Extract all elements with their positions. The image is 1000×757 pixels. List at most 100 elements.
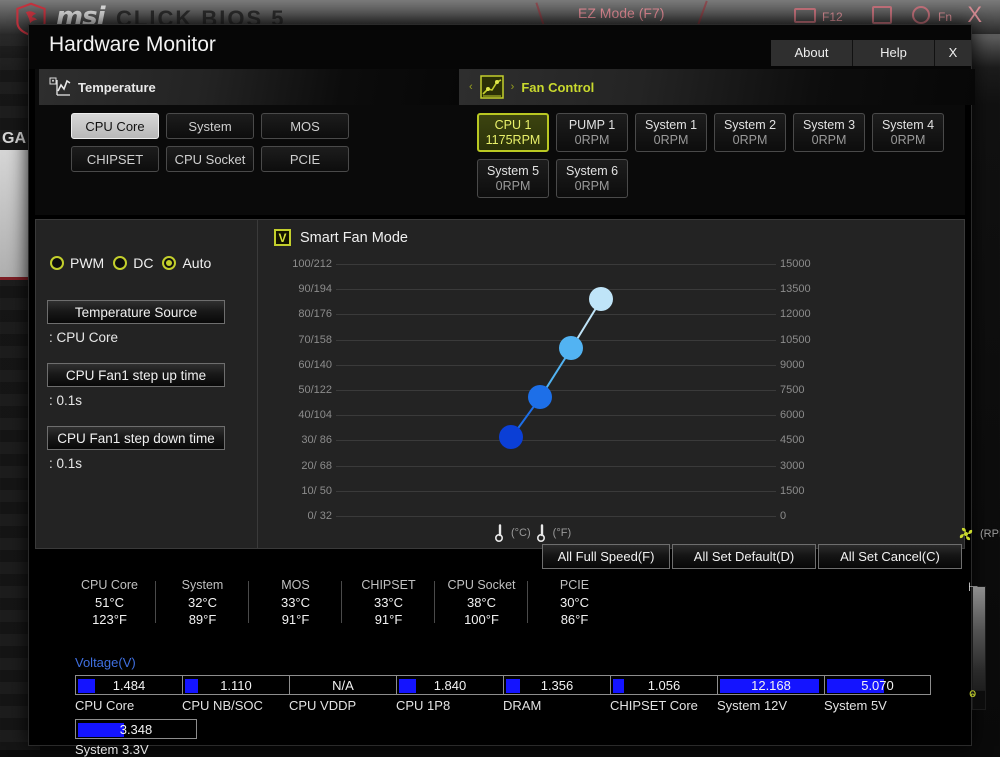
fan-chip-rpm: 0RPM [732, 133, 768, 147]
voltage-bar: 1.110 [182, 675, 289, 695]
fan-chip-2[interactable]: System 1 0RPM [635, 113, 707, 152]
ez-mode-label[interactable]: EZ Mode (F7) [578, 5, 664, 21]
fan-mode-radio-auto[interactable]: Auto [162, 255, 211, 271]
chevron-left-icon[interactable]: ‹ [469, 81, 473, 93]
voltage-value: 3.348 [119, 721, 153, 737]
temp-summary-name: CHIPSET [361, 578, 416, 592]
radio-circle-icon[interactable] [50, 256, 64, 270]
hardware-monitor-dialog: Hardware Monitor About Help X Temperatur… [28, 24, 1000, 757]
tab-temperature[interactable]: Temperature [39, 69, 459, 105]
fan-chip-4[interactable]: System 3 0RPM [793, 113, 865, 152]
curve-point-2[interactable] [559, 336, 583, 360]
help-button[interactable]: Help [853, 40, 935, 66]
temp-summary-fahrenheit: 86°F [560, 611, 589, 627]
chart-gridline [336, 465, 776, 467]
celsius-label: (°C) [511, 527, 531, 539]
close-button[interactable]: X [935, 40, 971, 66]
chevron-right-icon[interactable]: › [511, 81, 515, 93]
step-down-time-button[interactable]: CPU Fan1 step down time [47, 426, 225, 450]
chart-y-axis-left: 100/212 90/194 80/176 70/158 60/140 50/122 40/… [260, 258, 332, 522]
nav-tabs: Temperature ‹ › Fan Control [35, 69, 975, 105]
voltage-bar: 12.168 [717, 675, 824, 695]
curve-point-1[interactable] [528, 385, 552, 409]
fan-curve-card: PWM DC Auto Temperature Source : CPU Core … [35, 219, 1000, 710]
temp-source-chip-1[interactable]: System [166, 113, 254, 139]
fan-mode-label: Auto [182, 255, 212, 271]
fan-chip-name: System 5 [486, 164, 540, 179]
voltage-value: 12.168 [751, 677, 791, 693]
fan-mode-label: PWM [70, 255, 105, 271]
fan-chip-1[interactable]: PUMP 1 0RPM [556, 113, 628, 152]
screenshot-icon[interactable] [794, 8, 816, 23]
voltage-row-2: 3.348 System 3.3V [75, 719, 197, 757]
chart-plot-area[interactable] [336, 264, 776, 517]
voltage-name: DRAM [503, 698, 542, 713]
titlebar-buttons: About Help X [771, 40, 971, 66]
fan-chip-5[interactable]: System 4 0RPM [872, 113, 944, 152]
fan-chip-name: System 3 [802, 118, 856, 133]
temp-source-chip-4[interactable]: CPU Socket [166, 146, 254, 172]
fan-chip-6[interactable]: System 5 0RPM [477, 159, 549, 198]
temp-source-chip-2[interactable]: MOS [261, 113, 349, 139]
fan-chip-0[interactable]: CPU 1 1175RPM [477, 113, 549, 152]
chart-gridline [336, 289, 776, 291]
fan-mode-radio-dc[interactable]: DC [113, 255, 153, 271]
fahrenheit-label: (°F) [552, 527, 572, 539]
f12-label: F12 [822, 10, 843, 24]
fan-mode-radio-pwm[interactable]: PWM [50, 255, 104, 271]
temp-summary-celsius: 32°C [187, 594, 218, 610]
fan-curve-icon [479, 75, 504, 99]
fan-chip-7[interactable]: System 6 0RPM [556, 159, 628, 198]
temp-source-chip-3[interactable]: CHIPSET [71, 146, 159, 172]
temp-source-chip-0[interactable]: CPU Core [71, 113, 159, 139]
temperature-source-button[interactable]: Temperature Source [47, 300, 225, 324]
smart-fan-mode-toggle[interactable]: V Smart Fan Mode [274, 229, 408, 246]
voltage-bar: 1.356 [503, 675, 610, 695]
curve-point-3[interactable] [589, 287, 613, 311]
action-button-1[interactable]: All Set Default(D) [672, 544, 816, 569]
action-button-2[interactable]: All Set Cancel(C) [818, 544, 962, 569]
y-tick-left: 30/ 86 [301, 434, 332, 447]
temp-summary-name: PCIE [559, 578, 590, 592]
rpm-label: (RPM) [980, 528, 1000, 540]
y-tick-left: 100/212 [292, 258, 332, 270]
thermometer-icon [495, 524, 503, 542]
y-tick-right: 13500 [780, 283, 811, 296]
action-button-0[interactable]: All Full Speed(F) [542, 544, 670, 569]
voltage-row-1: 1.484 CPU Core 1.110 CPU NB/SOC N/A CPU VDDP 1… [75, 675, 931, 713]
curve-point-0[interactable] [499, 425, 523, 449]
temp-summary-name: MOS [281, 578, 310, 592]
tab-temperature-label: Temperature [78, 79, 156, 95]
tab-fan-control[interactable]: ‹ › Fan Control [459, 69, 975, 105]
step-up-time-button[interactable]: CPU Fan1 step up time [47, 363, 225, 387]
game-boost-label: GA [2, 130, 26, 147]
fan-chip-name: CPU 1 [494, 118, 532, 133]
y-tick-left: 60/140 [298, 358, 332, 371]
thermometer-icon-f [536, 524, 545, 542]
temp-summary-cell-5: PCIE 30°C 86°F [528, 577, 621, 629]
help-circle-icon[interactable] [912, 6, 930, 24]
radio-circle-icon[interactable] [113, 256, 128, 270]
about-button[interactable]: About [771, 40, 853, 66]
fan-chip-3[interactable]: System 2 0RPM [714, 113, 786, 152]
temp-summary-cell-3: CHIPSET 33°C 91°F [342, 577, 435, 629]
unit-indicators: (°C) (°F) [494, 524, 571, 542]
fan-selector-chips: CPU 1 1175RPM PUMP 1 0RPM System 1 0RPM System… [477, 113, 967, 198]
temp-summary-fahrenheit: 91°F [374, 611, 403, 627]
chart-gridline [336, 415, 776, 417]
voltage-value: 1.356 [540, 677, 574, 693]
smart-fan-mode-checkbox[interactable]: V [274, 229, 291, 246]
temp-summary-fahrenheit: 89°F [188, 611, 217, 627]
fan-chip-rpm: 0RPM [653, 133, 689, 147]
y-tick-left: 70/158 [298, 333, 332, 346]
voltage-value: 1.056 [647, 677, 681, 693]
temp-source-chip-5[interactable]: PCIE [261, 146, 349, 172]
fan-chip-rpm: 0RPM [890, 133, 926, 147]
y-tick-left: 80/176 [298, 308, 332, 321]
radio-circle-icon[interactable] [162, 256, 177, 270]
voltage-bar: N/A [289, 675, 396, 695]
temp-summary-fahrenheit: 91°F [281, 611, 310, 627]
voltage-value: 1.840 [433, 677, 467, 693]
gallery-icon[interactable] [872, 6, 892, 24]
y-tick-right: 4500 [780, 434, 805, 447]
